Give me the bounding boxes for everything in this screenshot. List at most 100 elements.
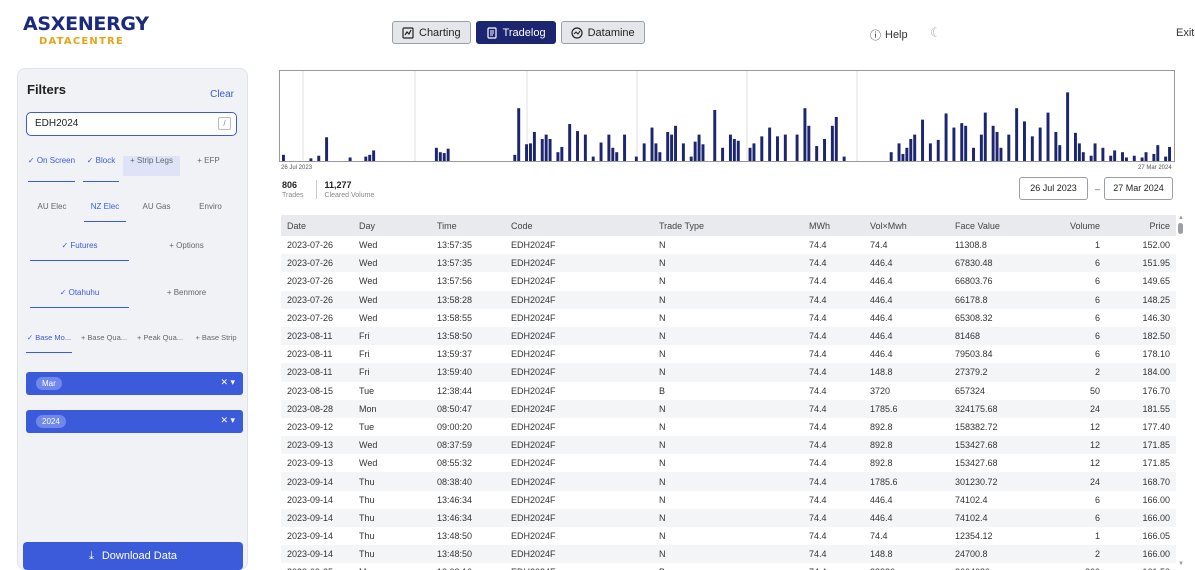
year-tag[interactable]: 2024 xyxy=(36,415,66,428)
table-cell: 2023-09-14 xyxy=(287,512,334,523)
col-date[interactable]: Date xyxy=(281,215,353,236)
table-row[interactable]: 2023-09-13 Wed 08:55:32 EDH2024F N 74.4 892.8 1… xyxy=(281,454,1176,472)
col-code[interactable]: Code xyxy=(505,215,653,236)
date-to-input[interactable]: 27 Mar 2024 xyxy=(1104,177,1173,200)
table-row[interactable]: 2023-07-26 Wed 13:58:28 EDH2024F N 74.4 446.4 6… xyxy=(281,290,1176,309)
col-trade-type[interactable]: Trade Type xyxy=(653,215,803,236)
table-row[interactable]: 2023-09-14 Thu 13:48:50 EDH2024F N 74.4 74.4 12… xyxy=(281,527,1176,545)
market-au-gas[interactable]: AU Gas xyxy=(130,202,183,216)
volume-bar xyxy=(634,156,638,161)
table-cell: N xyxy=(659,440,666,451)
table-row[interactable]: 2023-09-14 Thu 13:48:50 EDH2024F N 74.4 148.8 2… xyxy=(281,545,1176,564)
table-cell: Fri xyxy=(359,367,370,378)
col-time[interactable]: Time xyxy=(431,215,505,236)
type-futures[interactable]: ✓ Futures xyxy=(26,241,133,261)
table-cell: 24 xyxy=(1089,403,1100,414)
table-cell: 22320 xyxy=(864,563,949,570)
month-tag[interactable]: Mar xyxy=(36,377,62,390)
table-cell: Wed xyxy=(359,458,378,469)
contract-base-month[interactable]: ✓ Base Mo... xyxy=(22,333,76,353)
filter-strip-legs[interactable]: + Strip Legs xyxy=(123,156,180,176)
col-face-value[interactable]: Face Value xyxy=(949,215,1046,236)
node-benmore[interactable]: + Benmore xyxy=(133,288,240,302)
volume-bar xyxy=(1089,155,1093,161)
moon-icon[interactable]: ☾ xyxy=(930,25,942,41)
volume-bar xyxy=(544,134,548,161)
table-cell: 1785.6 xyxy=(870,476,898,487)
nav-datamine-button[interactable]: Datamine xyxy=(560,21,645,44)
table-cell: 152.00 xyxy=(1142,240,1170,251)
table-cell: 12:03:16 xyxy=(431,563,505,570)
market-au-elec[interactable]: AU Elec xyxy=(24,202,80,216)
nav-tradelog-button[interactable]: Tradelog xyxy=(475,21,556,44)
scroll-up-arrow-icon[interactable]: ▲ xyxy=(1178,215,1184,221)
col-price[interactable]: Price xyxy=(1106,215,1176,236)
table-scrollbar-thumb[interactable] xyxy=(1178,223,1183,234)
code-search-input[interactable]: EDH2024 / xyxy=(26,112,237,136)
volume-bar xyxy=(1081,152,1085,161)
volume-bar xyxy=(1121,152,1124,161)
volume-bar xyxy=(599,142,603,161)
volume-bar xyxy=(568,124,572,161)
volume-bar xyxy=(689,156,693,161)
download-data-button[interactable]: ⤓ Download Data xyxy=(23,542,243,570)
filter-block[interactable]: ✓ Block xyxy=(79,156,123,182)
table-cell: 11308.8 xyxy=(955,240,987,251)
help-link[interactable]: ⓘ Help xyxy=(870,27,908,43)
year-select[interactable]: 2024 ✕ ▾ xyxy=(26,410,243,433)
table-row[interactable]: 2023-09-14 Thu 13:46:34 EDH2024F N 74.4 446.4 7… xyxy=(281,508,1176,527)
table-row[interactable]: 2023-08-15 Tue 12:38:44 EDH2024F B 74.4 3720 65… xyxy=(281,382,1176,400)
month-select[interactable]: Mar ✕ ▾ xyxy=(26,372,243,395)
date-from-input[interactable]: 26 Jul 2023 xyxy=(1019,177,1088,200)
table-row[interactable]: 2023-07-26 Wed 13:58:55 EDH2024F N 74.4 446.4 6… xyxy=(281,309,1176,327)
table-cell: 184.00 xyxy=(1142,367,1170,378)
trade-volume-chart[interactable] xyxy=(279,70,1175,174)
table-cell: 74.4 xyxy=(809,331,827,342)
table-row[interactable]: 2023-09-13 Wed 08:37:59 EDH2024F N 74.4 892.8 1… xyxy=(281,436,1176,455)
asx-energy-logo[interactable]: ASXENERGY DATACENTRE xyxy=(23,14,149,47)
market-enviro[interactable]: Enviro xyxy=(183,202,238,216)
month-clear-dropdown-icon[interactable]: ✕ ▾ xyxy=(220,377,235,388)
market-nz-elec[interactable]: NZ Elec xyxy=(80,202,130,222)
table-row[interactable]: 2023-09-12 Tue 09:00:20 EDH2024F N 74.4 892.8 1… xyxy=(281,418,1176,436)
volume-stat: 11,277 Cleared Volume xyxy=(315,180,387,199)
table-row[interactable]: 2023-07-26 Wed 13:57:35 EDH2024F N 74.4 446.4 6… xyxy=(281,254,1176,273)
filter-efp[interactable]: + EFP xyxy=(180,156,237,176)
exit-link[interactable]: Exit xyxy=(1176,27,1194,39)
table-cell: 2023-08-11 xyxy=(287,367,333,378)
table-cell: EDH2024F xyxy=(511,385,556,396)
contract-peak-quarter[interactable]: + Peak Qua... xyxy=(132,333,188,347)
node-otahuhu[interactable]: ✓ Otahuhu xyxy=(26,288,133,308)
nav-charting-button[interactable]: Charting xyxy=(392,21,471,44)
table-cell: EDH2024F xyxy=(511,512,556,523)
volume-bar xyxy=(1023,121,1026,161)
col-mwh[interactable]: MWh xyxy=(803,215,864,236)
col-vol-mwh[interactable]: Vol×Mwh xyxy=(864,215,949,236)
table-row[interactable]: 2023-09-14 Thu 08:38:40 EDH2024F N 74.4 1785.6… xyxy=(281,472,1176,491)
table-cell: 182.50 xyxy=(1142,331,1170,342)
logo-text: ASXENERGY xyxy=(23,13,149,35)
table-cell: 74.4 xyxy=(809,258,827,269)
col-volume[interactable]: Volume xyxy=(1046,215,1106,236)
filter-on-screen[interactable]: ✓ On Screen xyxy=(24,156,79,182)
table-row[interactable]: 2023-09-14 Thu 13:46:34 EDH2024F N 74.4 446.4 7… xyxy=(281,491,1176,509)
table-row[interactable]: 2023-08-11 Fri 13:58:50 EDH2024F N 74.4 446.4 8… xyxy=(281,326,1176,346)
volume-bar xyxy=(317,155,321,161)
table-cell: 12354.12 xyxy=(955,531,993,542)
type-options[interactable]: + Options xyxy=(133,241,240,255)
scroll-down-arrow-icon[interactable]: ▼ xyxy=(1178,561,1184,567)
table-cell: 74.4 xyxy=(809,512,827,523)
table-row[interactable]: 2023-07-26 Wed 13:57:35 EDH2024F N 74.4 74.4 11… xyxy=(281,236,1176,254)
volume-bar xyxy=(928,143,932,161)
table-row[interactable]: 2023-08-11 Fri 13:59:37 EDH2024F N 74.4 446.4 7… xyxy=(281,345,1176,363)
table-cell: 2023-07-26 xyxy=(287,240,334,251)
table-row[interactable]: 2023-09-25Mon12:03:16EDH2024FB74.4223203… xyxy=(281,563,1176,570)
contract-base-strip[interactable]: + Base Strip xyxy=(188,333,244,347)
table-row[interactable]: 2023-08-28 Mon 08:50:47 EDH2024F N 74.4 1785.6… xyxy=(281,399,1176,418)
table-row[interactable]: 2023-08-11 Fri 13:59:40 EDH2024F N 74.4 148.8 2… xyxy=(281,363,1176,382)
year-clear-dropdown-icon[interactable]: ✕ ▾ xyxy=(220,415,235,426)
table-row[interactable]: 2023-07-26 Wed 13:57:56 EDH2024F N 74.4 446.4 6… xyxy=(281,272,1176,290)
contract-base-quarter[interactable]: + Base Qua... xyxy=(76,333,132,347)
clear-filters-link[interactable]: Clear xyxy=(210,89,234,100)
col-day[interactable]: Day xyxy=(353,215,431,236)
